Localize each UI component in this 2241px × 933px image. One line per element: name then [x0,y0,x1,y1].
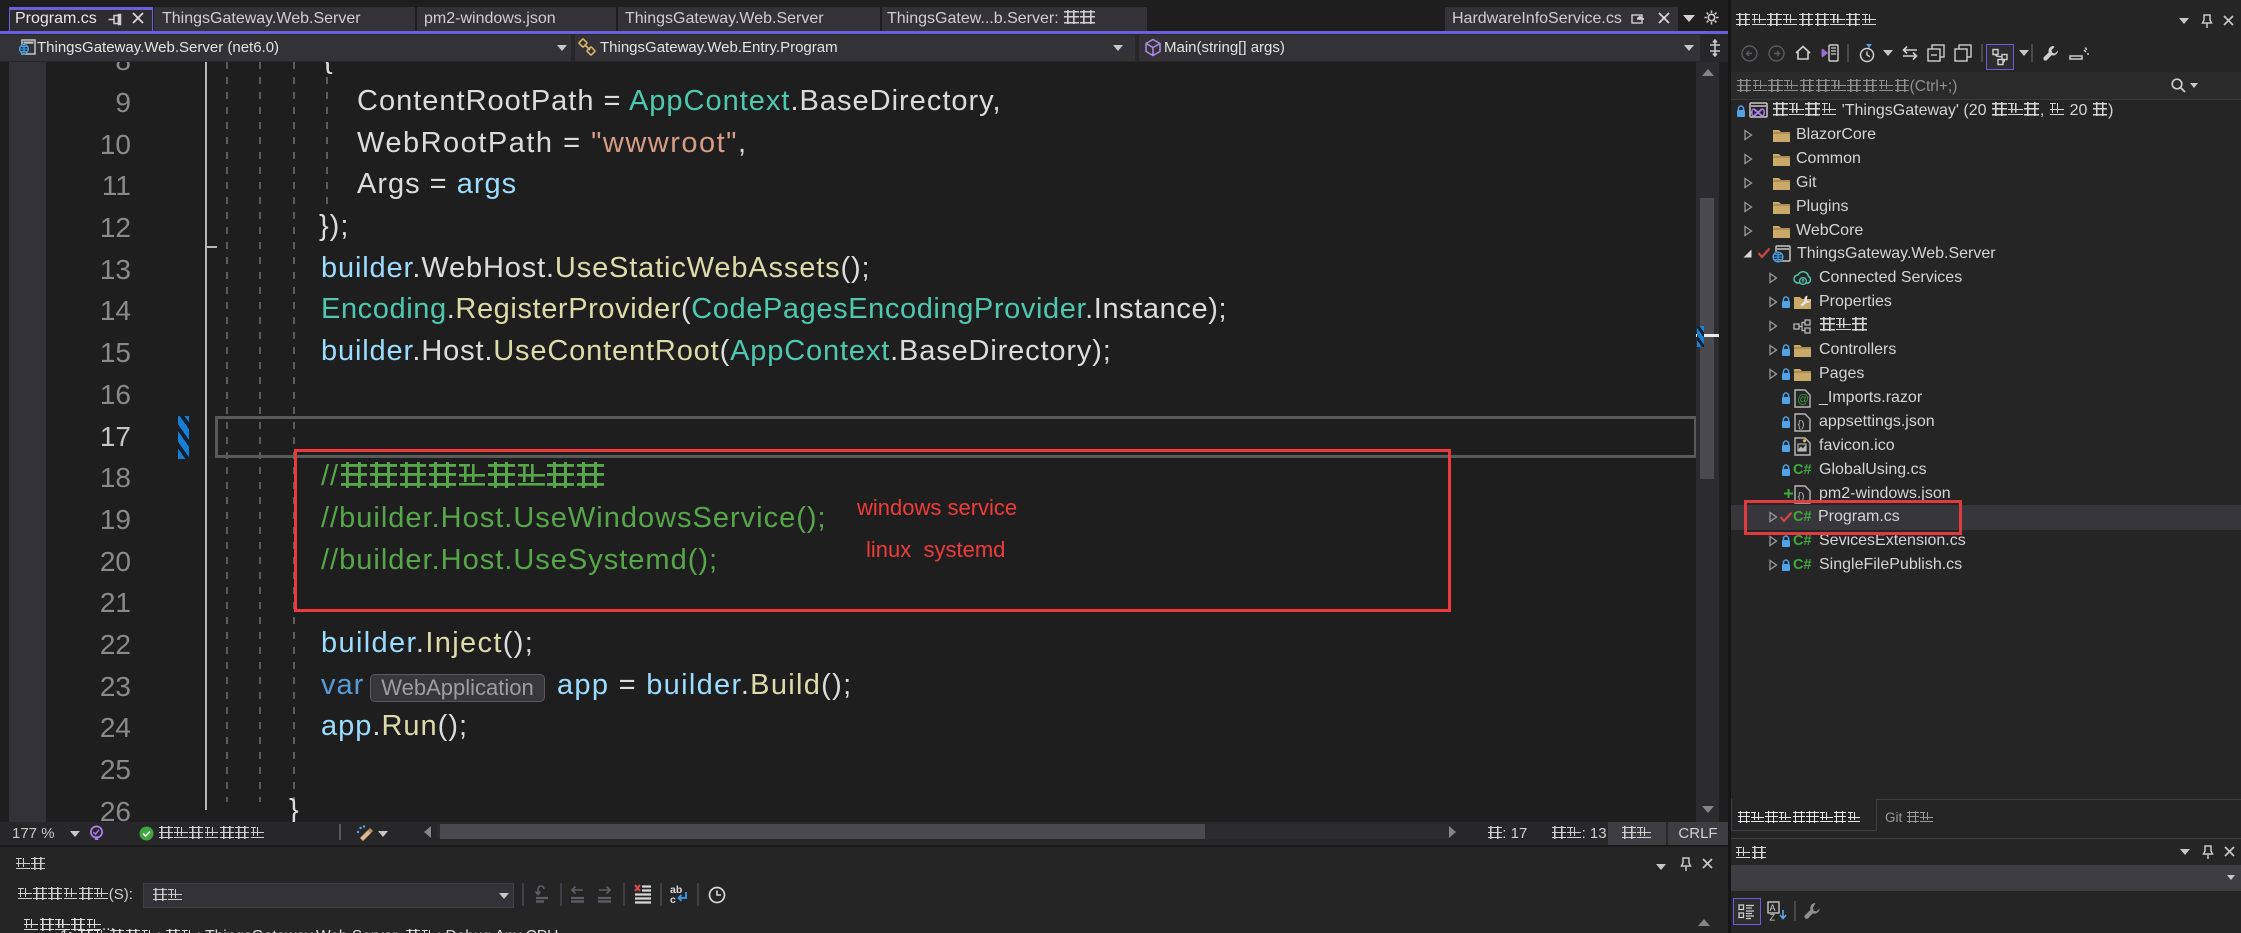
svg-text:A: A [1770,903,1776,913]
svg-text:c: c [670,894,676,905]
svg-text:{): {) [1798,419,1805,431]
svg-text:@: @ [1797,394,1809,406]
svg-text:Z: Z [1770,913,1776,923]
